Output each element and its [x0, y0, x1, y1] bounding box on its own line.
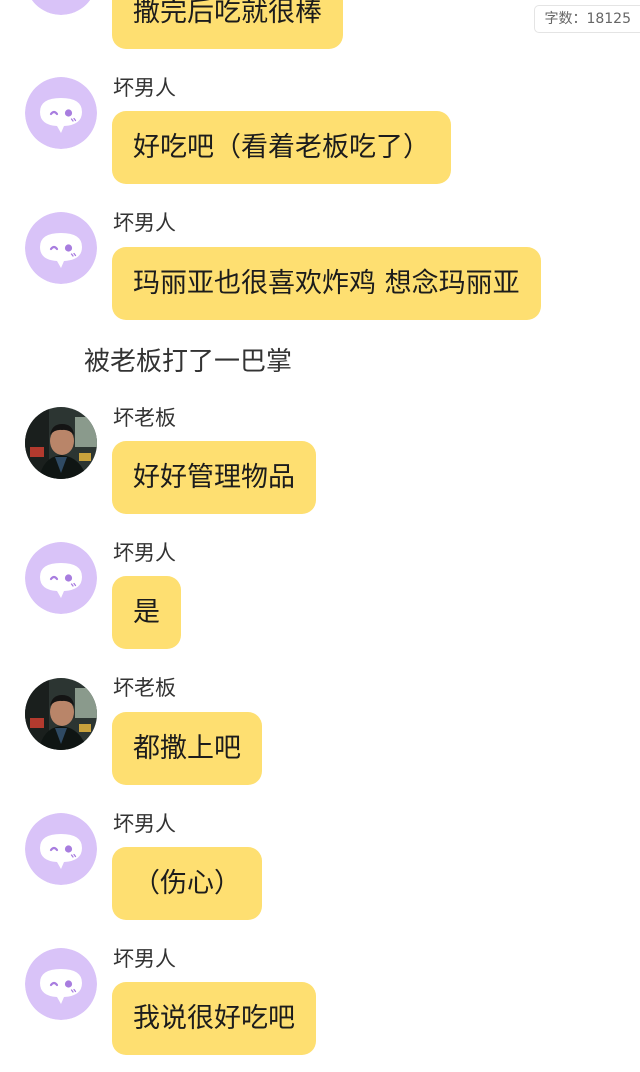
- cartoon-face-icon: [25, 948, 97, 1020]
- word-count-badge: 字数：18125: [534, 5, 640, 33]
- boss-photo: [25, 407, 97, 479]
- sender-name: 坏男人: [113, 211, 176, 235]
- message-bubble[interactable]: 我说很好吃吧: [112, 982, 316, 1055]
- message-bubble[interactable]: 都撒上吧: [112, 712, 262, 785]
- narration-text: 被老板打了一巴掌: [84, 347, 293, 377]
- message-bubble[interactable]: 玛丽亚也很喜欢炸鸡 想念玛丽亚: [112, 247, 541, 320]
- cartoon-face-icon: [25, 813, 97, 885]
- boss-photo: [25, 678, 97, 750]
- avatar[interactable]: [25, 948, 97, 1020]
- sender-name: 坏老板: [113, 406, 176, 430]
- cartoon-face-icon: [25, 77, 97, 149]
- sender-name: 坏男人: [113, 76, 176, 100]
- cartoon-face-icon: [25, 212, 97, 284]
- message-bubble[interactable]: 好吃吧（看着老板吃了）: [112, 111, 451, 184]
- avatar[interactable]: [25, 0, 97, 15]
- avatar[interactable]: [25, 542, 97, 614]
- sender-name: 坏老板: [113, 676, 176, 700]
- message-bubble[interactable]: （伤心）: [112, 847, 262, 920]
- avatar[interactable]: [25, 813, 97, 885]
- cartoon-face-icon: [25, 542, 97, 614]
- avatar[interactable]: [25, 407, 97, 479]
- message-bubble[interactable]: 是: [112, 576, 181, 649]
- avatar[interactable]: [25, 678, 97, 750]
- sender-name: 坏男人: [113, 541, 176, 565]
- sender-name: 坏男人: [113, 947, 176, 971]
- avatar[interactable]: [25, 77, 97, 149]
- message-bubble[interactable]: 撒完后吃就很棒: [112, 0, 343, 49]
- avatar[interactable]: [25, 212, 97, 284]
- message-bubble[interactable]: 好好管理物品: [112, 441, 316, 514]
- cartoon-face-icon: [31, 0, 91, 15]
- sender-name: 坏男人: [113, 812, 176, 836]
